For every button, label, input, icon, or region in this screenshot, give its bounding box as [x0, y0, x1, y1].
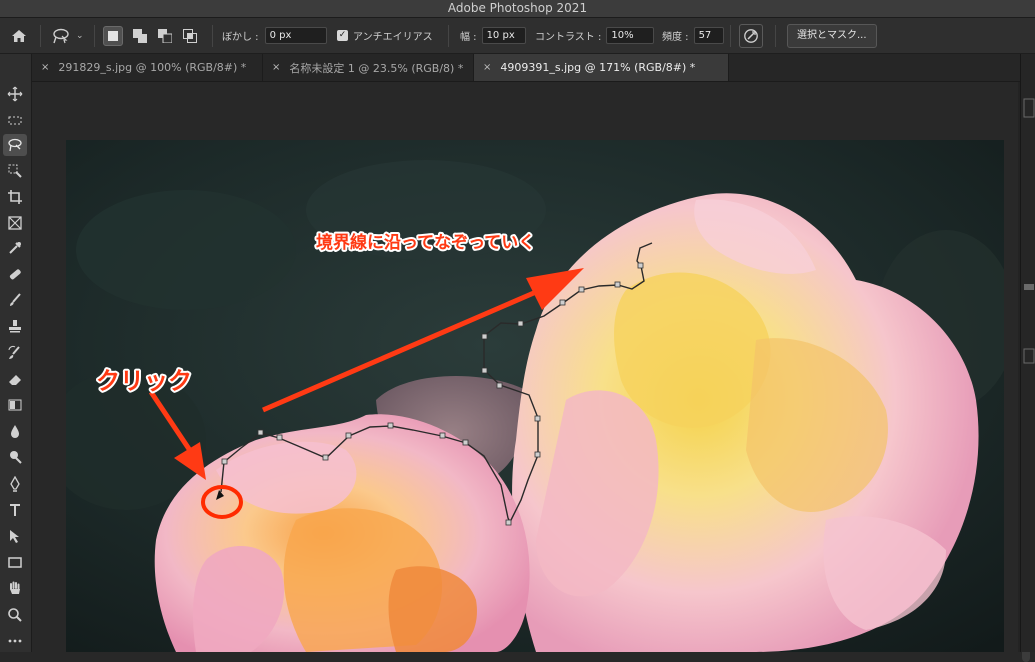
select-and-mask-button[interactable]: 選択とマスク...: [787, 23, 877, 48]
contrast-label: コントラスト :: [535, 32, 602, 43]
tool-path-select[interactable]: [3, 525, 27, 547]
chevron-down-icon: ⌄: [76, 30, 84, 41]
magnetic-lasso-icon: [8, 138, 22, 152]
pen-icon: [10, 476, 20, 492]
intersect-selection-icon: [183, 28, 197, 43]
magnetic-lasso-icon: [53, 28, 69, 43]
tool-marquee[interactable]: [3, 109, 27, 131]
tool-gradient[interactable]: [3, 394, 27, 416]
tab-label: 291829_s.jpg @ 100% (RGB/8#) *: [58, 61, 247, 74]
document-canvas[interactable]: クリック 境界線に沿ってなぞっていく: [66, 140, 1004, 652]
close-icon[interactable]: ×: [272, 62, 280, 73]
app-title: Adobe Photoshop 2021: [447, 1, 588, 15]
path-select-icon: [10, 530, 19, 543]
blur-icon: [11, 425, 19, 438]
frequency-input[interactable]: 57: [693, 27, 724, 44]
zoom-icon: [8, 608, 22, 622]
tool-hand[interactable]: [3, 577, 27, 599]
options-bar: ⌄ ぼかし : 0 px ✓ アンチエイリアス 幅 : 10 px コントラスト…: [0, 18, 1035, 54]
rectangle-icon: [8, 557, 22, 568]
antialias-label: アンチエイリアス: [353, 32, 433, 43]
tab-doc-1[interactable]: × 291829_s.jpg @ 100% (RGB/8#) *: [32, 54, 263, 81]
subtract-selection-icon: [158, 28, 172, 43]
tool-stamp[interactable]: [3, 315, 27, 337]
feather-label: ぼかし :: [222, 32, 259, 43]
tool-eyedropper[interactable]: [3, 237, 27, 259]
new-selection-icon: [108, 30, 118, 41]
dodge-icon: [10, 451, 22, 464]
tool-quick-select[interactable]: [3, 160, 27, 182]
eyedropper-icon: [9, 242, 21, 254]
frequency-label: 頻度 :: [662, 32, 689, 43]
feather-input[interactable]: 0 px: [264, 27, 327, 44]
tool-move[interactable]: [3, 83, 27, 105]
new-selection-button[interactable]: [103, 25, 123, 46]
crop-icon: [8, 190, 22, 204]
contrast-input[interactable]: 10%: [606, 27, 655, 44]
add-selection-button[interactable]: [130, 26, 150, 46]
tool-zoom[interactable]: [3, 604, 27, 626]
tools-panel: [0, 54, 32, 652]
width-input[interactable]: 10 px: [481, 27, 526, 44]
tool-more[interactable]: [3, 630, 27, 652]
brush-icon: [10, 293, 21, 306]
pen-pressure-button[interactable]: [739, 23, 763, 48]
history-brush-icon: [8, 345, 20, 359]
intersect-selection-button[interactable]: [180, 26, 200, 46]
tool-healing[interactable]: [3, 263, 27, 285]
tool-pen[interactable]: [3, 473, 27, 495]
move-icon: [7, 86, 23, 102]
tool-history-brush[interactable]: [3, 342, 27, 364]
width-label: 幅 :: [460, 32, 477, 43]
tool-preset-picker[interactable]: ⌄: [50, 18, 84, 53]
tool-magnetic-lasso[interactable]: [3, 134, 27, 156]
close-icon[interactable]: ×: [41, 62, 49, 73]
annotation-click: クリック: [96, 367, 192, 395]
home-icon: [12, 29, 26, 42]
annotation-trace: 境界線に沿ってなぞっていく: [316, 232, 535, 253]
tool-blur[interactable]: [3, 420, 27, 442]
checkmark-icon: ✓: [337, 30, 348, 41]
gradient-icon: [8, 399, 22, 411]
stamp-icon: [9, 320, 21, 333]
tab-doc-3[interactable]: × 4909391_s.jpg @ 171% (RGB/8#) *: [474, 54, 729, 81]
tool-type[interactable]: [3, 499, 27, 521]
tool-frame[interactable]: [3, 212, 27, 234]
tool-eraser[interactable]: [3, 368, 27, 390]
pen-pressure-icon: [744, 28, 758, 43]
more-icon: [8, 639, 22, 643]
tool-dodge[interactable]: [3, 446, 27, 468]
eraser-icon: [9, 375, 21, 385]
tab-label: 名称未設定 1 @ 23.5% (RGB/8) *: [289, 61, 464, 75]
marquee-icon: [8, 116, 22, 125]
frame-icon: [8, 216, 22, 230]
subtract-selection-button[interactable]: [155, 26, 175, 46]
rose-photo: クリック 境界線に沿ってなぞっていく: [66, 140, 1004, 652]
document-tabs: × 291829_s.jpg @ 100% (RGB/8#) * × 名称未設定…: [32, 54, 1035, 82]
tab-doc-2[interactable]: × 名称未設定 1 @ 23.5% (RGB/8) *: [263, 54, 474, 81]
healing-icon: [9, 269, 21, 280]
close-icon[interactable]: ×: [483, 62, 491, 73]
antialias-checkbox[interactable]: ✓ アンチエイリアス: [337, 18, 433, 53]
tool-brush[interactable]: [3, 289, 27, 311]
tool-rectangle[interactable]: [3, 551, 27, 573]
hand-icon: [10, 581, 20, 594]
tool-crop[interactable]: [3, 186, 27, 208]
tab-label: 4909391_s.jpg @ 171% (RGB/8#) *: [500, 61, 696, 74]
home-button[interactable]: [10, 18, 28, 53]
type-icon: [10, 504, 20, 516]
add-selection-icon: [133, 28, 147, 43]
panel-dock-edge: [1020, 54, 1035, 652]
quick-select-icon: [8, 164, 22, 178]
title-bar: Adobe Photoshop 2021: [0, 0, 1035, 18]
panel-collapse-icons: [1023, 98, 1035, 364]
